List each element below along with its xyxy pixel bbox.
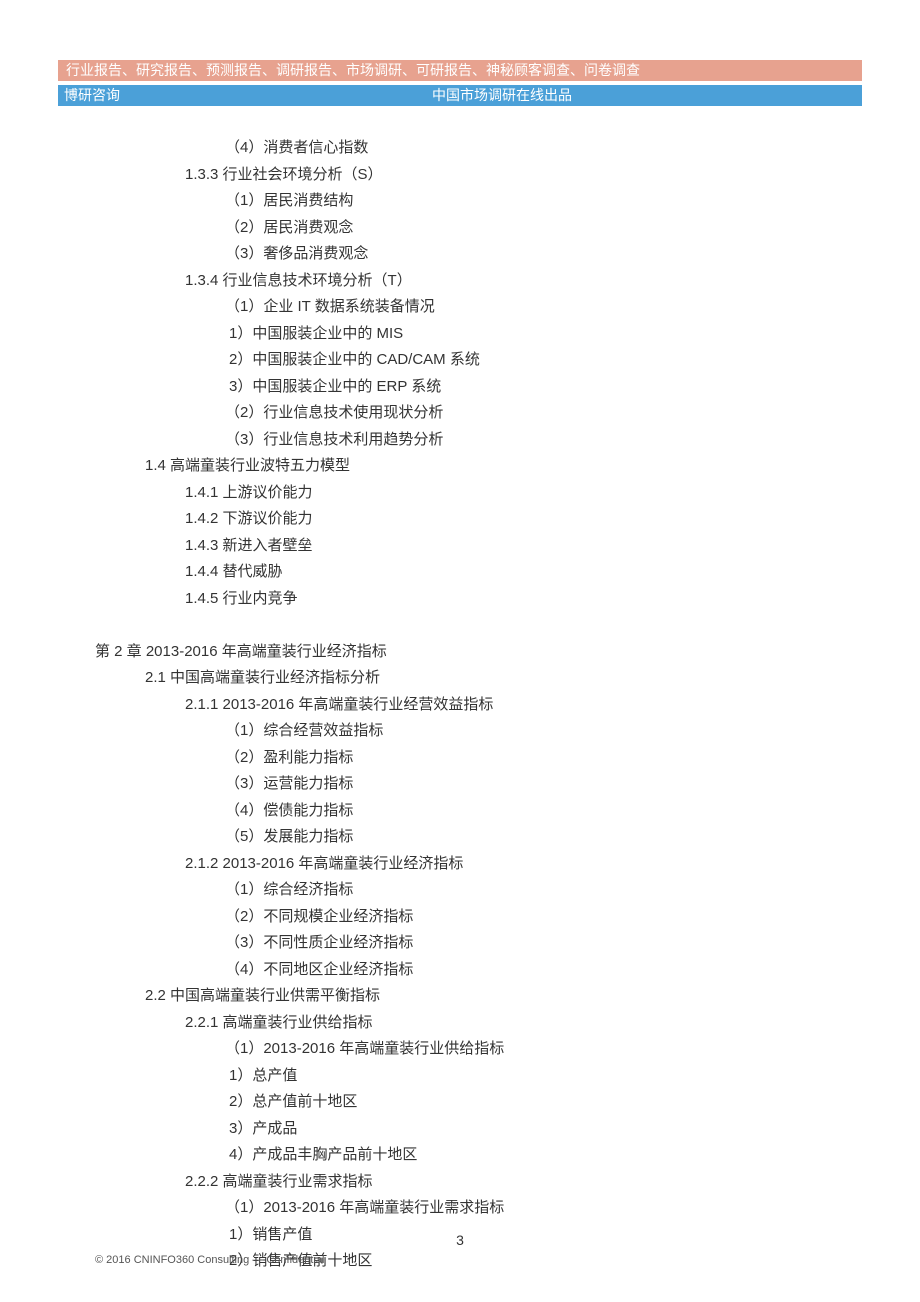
toc-line: 第 2 章 2013-2016 年高端童装行业经济指标	[95, 639, 860, 666]
toc-line: 2.2.2 高端童装行业需求指标	[95, 1169, 860, 1196]
toc-content: （4）消费者信心指数1.3.3 行业社会环境分析（S）（1）居民消费结构（2）居…	[95, 135, 860, 1275]
toc-line: （2）行业信息技术使用现状分析	[95, 400, 860, 427]
toc-line: （1）企业 IT 数据系统装备情况	[95, 294, 860, 321]
toc-line: 3）中国服装企业中的 ERP 系统	[95, 374, 860, 401]
toc-line: 1.4.5 行业内竞争	[95, 586, 860, 613]
toc-line: （2）盈利能力指标	[95, 745, 860, 772]
toc-line: 1）总产值	[95, 1063, 860, 1090]
toc-line: 1.4.3 新进入者壁垒	[95, 533, 860, 560]
toc-line: 1.4.4 替代威胁	[95, 559, 860, 586]
toc-line: （1）2013-2016 年高端童装行业供给指标	[95, 1036, 860, 1063]
toc-line: （1）2013-2016 年高端童装行业需求指标	[95, 1195, 860, 1222]
toc-line: （3）运营能力指标	[95, 771, 860, 798]
toc-line: （1）居民消费结构	[95, 188, 860, 215]
toc-line: （3）行业信息技术利用趋势分析	[95, 427, 860, 454]
toc-line: （4）不同地区企业经济指标	[95, 957, 860, 984]
toc-line: 1.4 高端童装行业波特五力模型	[95, 453, 860, 480]
toc-line: 2.1.1 2013-2016 年高端童装行业经营效益指标	[95, 692, 860, 719]
toc-line: （4）偿债能力指标	[95, 798, 860, 825]
toc-line: 4）产成品丰胸产品前十地区	[95, 1142, 860, 1169]
toc-line: 2）总产值前十地区	[95, 1089, 860, 1116]
header-category-bar: 行业报告、研究报告、预测报告、调研报告、市场调研、可研报告、神秘顾客调查、问卷调…	[58, 60, 862, 81]
header-brand-bar: 博研咨询 中国市场调研在线出品	[58, 85, 862, 106]
toc-line: （1）综合经营效益指标	[95, 718, 860, 745]
brand-right: 中国市场调研在线出品	[142, 85, 862, 106]
toc-line: 1.3.3 行业社会环境分析（S）	[95, 162, 860, 189]
toc-line: 2.1 中国高端童装行业经济指标分析	[95, 665, 860, 692]
page-number: 3	[0, 1232, 920, 1248]
toc-line: （3）奢侈品消费观念	[95, 241, 860, 268]
toc-line: （2）居民消费观念	[95, 215, 860, 242]
toc-line: （3）不同性质企业经济指标	[95, 930, 860, 957]
toc-line: 2.2 中国高端童装行业供需平衡指标	[95, 983, 860, 1010]
brand-left: 博研咨询	[58, 85, 142, 106]
toc-line	[95, 612, 860, 639]
toc-line: （4）消费者信心指数	[95, 135, 860, 162]
toc-line: 3）产成品	[95, 1116, 860, 1143]
toc-line: 2.1.2 2013-2016 年高端童装行业经济指标	[95, 851, 860, 878]
toc-line: 2）中国服装企业中的 CAD/CAM 系统	[95, 347, 860, 374]
toc-line: 2.2.1 高端童装行业供给指标	[95, 1010, 860, 1037]
footer-copyright: © 2016 CNINFO360 Consulting — Confidenti…	[95, 1254, 324, 1266]
toc-line: （1）综合经济指标	[95, 877, 860, 904]
toc-line: 1.4.2 下游议价能力	[95, 506, 860, 533]
toc-line: （2）不同规模企业经济指标	[95, 904, 860, 931]
toc-line: 1.3.4 行业信息技术环境分析（T）	[95, 268, 860, 295]
toc-line: （5）发展能力指标	[95, 824, 860, 851]
toc-line: 1.4.1 上游议价能力	[95, 480, 860, 507]
toc-line: 1）中国服装企业中的 MIS	[95, 321, 860, 348]
